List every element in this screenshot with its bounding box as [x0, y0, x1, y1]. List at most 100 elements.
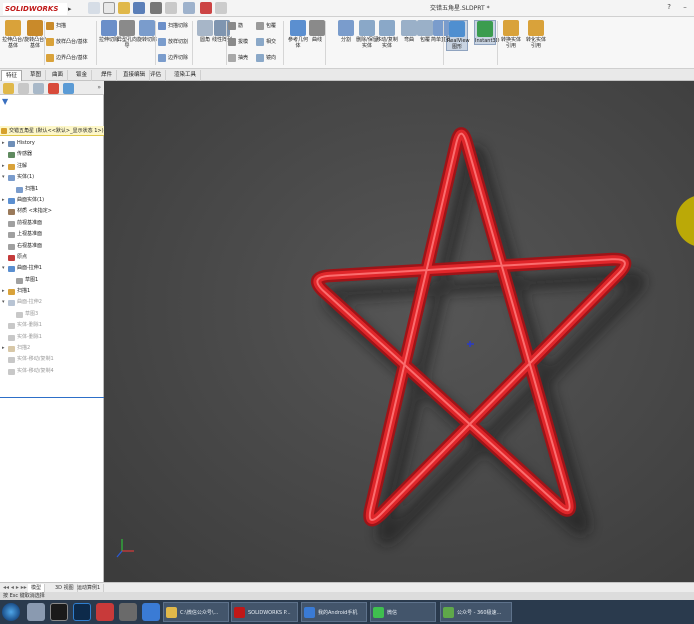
expand-arrow-icon[interactable]: ▸: [2, 343, 5, 354]
tree-item[interactable]: 右视基准面: [0, 241, 104, 252]
menu-arrow-icon[interactable]: ▸: [68, 3, 76, 15]
taskbar-item[interactable]: 微信: [370, 602, 436, 622]
delete-body-button[interactable]: 删除/保留实体: [356, 20, 378, 49]
home-icon[interactable]: [88, 2, 100, 14]
rebuild-icon[interactable]: [200, 2, 212, 14]
expand-arrow-icon[interactable]: ▸: [2, 161, 5, 172]
ribbon-button-label: 包覆: [266, 23, 277, 29]
property-manager-tab-icon[interactable]: [18, 83, 29, 94]
command-manager: 拉伸凸台/基体 旋转凸台/基体 拉伸切除 异型孔向导 旋转切除 圆角 线性阵列 参考几何体 曲线…: [0, 17, 694, 69]
app-pinned-2-icon[interactable]: [50, 603, 68, 621]
tree-item[interactable]: 传感器: [0, 149, 104, 160]
tree-item[interactable]: 原点: [0, 252, 104, 263]
mirror-button[interactable]: 镜向: [256, 53, 276, 63]
revolve-boss-button[interactable]: 旋转凸台/基体: [24, 20, 46, 49]
tree-item[interactable]: 实体-删除1: [0, 320, 104, 331]
expand-arrow-icon[interactable]: ▸: [2, 195, 5, 206]
start-button-icon[interactable]: [2, 603, 20, 621]
convert-entities-button[interactable]: 转换实体引用: [500, 20, 522, 49]
expand-arrow-icon[interactable]: ▾: [2, 297, 5, 308]
wrap-button[interactable]: 包覆: [256, 21, 276, 31]
tree-item[interactable]: ▾ 曲面-拉伸2: [0, 297, 104, 308]
dimxpert-tab-icon[interactable]: [48, 83, 59, 94]
lofted-cut-button[interactable]: 放样切割: [158, 37, 188, 47]
expand-arrow-icon[interactable]: ▸: [2, 286, 5, 297]
tree-item-label: 扫描1: [17, 288, 31, 295]
instant3d-button[interactable]: Instant3D: [474, 20, 499, 45]
tree-item[interactable]: 扫描1: [0, 184, 104, 195]
tree-item[interactable]: ▸ 扫描1: [0, 286, 104, 297]
part-icon: [1, 128, 7, 134]
ribbon-button-label: 删除/保留实体: [356, 37, 378, 49]
tree-item[interactable]: 上视基准面: [0, 229, 104, 240]
extrude-boss-button[interactable]: 拉伸凸台/基体: [2, 20, 24, 49]
taskbar-item[interactable]: 公众号 - 360极速...: [440, 602, 512, 622]
tree-item[interactable]: 实体-移动/复制4: [0, 366, 104, 377]
tree-item[interactable]: 材质 <未指定>: [0, 206, 104, 217]
graphics-viewport[interactable]: [104, 81, 694, 582]
tab-3[interactable]: 钣金: [72, 70, 93, 81]
tree-item[interactable]: ▾ 实体(1): [0, 172, 104, 183]
swept-cut-button[interactable]: 扫描切除: [158, 21, 188, 31]
app-pinned-1-icon[interactable]: [27, 603, 45, 621]
tree-root-part[interactable]: 交错五角星 (默认<<默认>_显示状态 1>): [0, 126, 104, 136]
expand-arrow-icon[interactable]: ▾: [2, 263, 5, 274]
photoshop-icon[interactable]: [73, 603, 91, 621]
draft-button[interactable]: 拔模: [228, 37, 248, 47]
tree-item[interactable]: ▸ History: [0, 138, 104, 149]
print-icon[interactable]: [150, 2, 162, 14]
tab-7[interactable]: 渲染工具: [170, 70, 202, 81]
taskbar-item[interactable]: SOLIDWORKS P...: [231, 602, 298, 622]
rollback-bar[interactable]: [0, 397, 104, 398]
rib-button[interactable]: 筋: [228, 21, 243, 31]
tab-0[interactable]: 特征: [1, 70, 23, 81]
tree-item[interactable]: 草图1: [0, 275, 104, 286]
expand-arrow-icon[interactable]: ▾: [2, 172, 5, 183]
sweep-button[interactable]: 扫描: [46, 21, 66, 31]
taskbar-item[interactable]: C:\微信公众号\...: [163, 602, 229, 622]
simple-hole-button[interactable]: 简单直孔: [430, 20, 452, 43]
app-pinned-5-icon[interactable]: [119, 603, 137, 621]
tree-item[interactable]: 草图3: [0, 309, 104, 320]
app-pinned-4-icon[interactable]: [96, 603, 114, 621]
split-button[interactable]: 分割: [335, 20, 357, 43]
intersect-button[interactable]: 相交: [256, 37, 276, 47]
new-document-icon[interactable]: [103, 2, 115, 14]
expand-panel-icon[interactable]: »: [97, 84, 101, 91]
convert-button[interactable]: 转化实体引用: [525, 20, 547, 49]
tree-item[interactable]: ▸ 注解: [0, 161, 104, 172]
boundary-cut-button[interactable]: 边界切除: [158, 53, 188, 63]
filter-icon[interactable]: ▼: [2, 97, 8, 106]
tab-1[interactable]: 草图: [26, 70, 47, 81]
boundary-boss-button[interactable]: 边界凸台/基体: [46, 53, 88, 63]
undo-icon[interactable]: [165, 2, 177, 14]
tab-2[interactable]: 曲面: [48, 70, 69, 81]
tree-item[interactable]: ▸ 扫描2: [0, 343, 104, 354]
tree-item[interactable]: ▸ 曲面实体(1): [0, 195, 104, 206]
tab-6[interactable]: 评估: [146, 70, 167, 81]
move-copy-body-button[interactable]: 移动/复制实体: [376, 20, 398, 49]
tree-item[interactable]: ▾ 曲面-拉伸1: [0, 263, 104, 274]
tree-item[interactable]: 实体-删除1: [0, 332, 104, 343]
expand-arrow-icon[interactable]: ▸: [2, 138, 5, 149]
save-icon[interactable]: [133, 2, 145, 14]
open-icon[interactable]: [118, 2, 130, 14]
configuration-manager-tab-icon[interactable]: [33, 83, 44, 94]
help-icon[interactable]: ?: [662, 1, 676, 14]
tree-item[interactable]: 实体-移动/复制1: [0, 354, 104, 365]
loft-boss-button[interactable]: 放样凸台/基体: [46, 37, 88, 47]
taskbar-item[interactable]: 我的Android手机: [301, 602, 367, 622]
file-properties-icon[interactable]: [215, 2, 227, 14]
solidworks-logo[interactable]: SOLIDWORKS: [3, 3, 67, 15]
tree-item[interactable]: 前视基准面: [0, 218, 104, 229]
app-pinned-6-icon[interactable]: [142, 603, 160, 621]
minimize-icon[interactable]: –: [678, 1, 692, 14]
feature-manager-tab-icon[interactable]: [3, 83, 14, 94]
tab-4[interactable]: 焊件: [97, 70, 118, 81]
select-icon[interactable]: [183, 2, 195, 14]
display-manager-tab-icon[interactable]: [63, 83, 74, 94]
hole-wizard-button[interactable]: 异型孔向导: [116, 20, 138, 49]
tree-item-label: 扫描2: [17, 345, 31, 352]
lofted-cut-icon: [158, 37, 166, 46]
shell-button[interactable]: 抽壳: [228, 53, 248, 63]
